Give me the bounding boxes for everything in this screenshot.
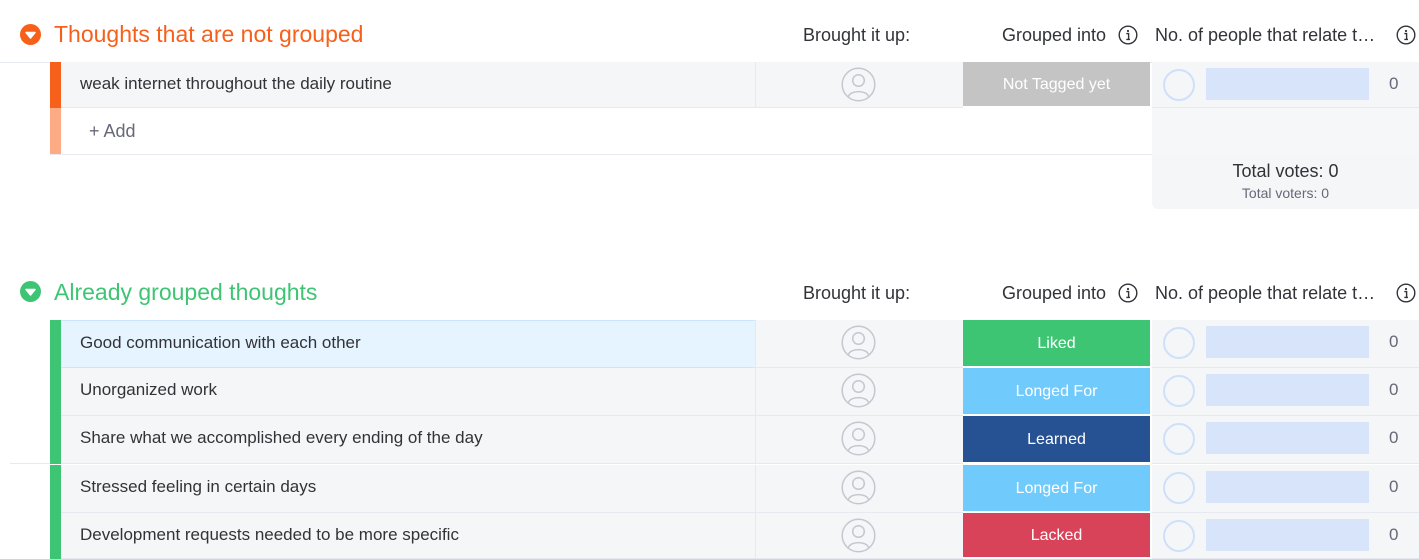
vote-count: 0 [1389, 332, 1399, 351]
person-cell[interactable] [755, 465, 964, 513]
info-icon[interactable] [1396, 25, 1416, 45]
person-avatar-icon [841, 373, 876, 408]
status-label[interactable]: Not Tagged yet [963, 62, 1150, 108]
collapse-group-toggle[interactable] [20, 24, 41, 45]
column-header-people-relate: No. of people that relate t… [1155, 25, 1376, 45]
vote-cell: 0 [1152, 513, 1419, 559]
info-icon[interactable] [1118, 25, 1138, 45]
chevron-down-circle-icon [20, 281, 41, 302]
info-icon[interactable] [1118, 283, 1138, 303]
vote-circle-icon[interactable] [1163, 472, 1195, 504]
vote-cell: 0 [1152, 416, 1419, 464]
vote-progress-bar [1206, 471, 1369, 503]
vote-progress-bar [1206, 519, 1369, 551]
item-name: Good communication with each other [80, 333, 361, 352]
column-header-brought-it-up: Brought it up: [803, 283, 911, 303]
vote-progress-bar [1206, 326, 1369, 358]
ungrouped-thoughts-group: Thoughts that are not grouped Brought it… [0, 0, 1419, 215]
status-label[interactable]: Liked [963, 320, 1150, 368]
vote-circle-icon[interactable] [1163, 520, 1195, 552]
vote-count: 0 [1389, 477, 1399, 496]
group-title[interactable]: Already grouped thoughts [54, 278, 317, 306]
table-row[interactable]: Stressed feeling in certain days Longed … [50, 465, 1419, 513]
item-name: weak internet throughout the daily routi… [80, 74, 392, 93]
column-header-brought-it-up: Brought it up: [803, 25, 911, 45]
vote-cell: 0 [1152, 62, 1419, 108]
row-color-bar [50, 62, 61, 108]
group-header: Thoughts that are not grouped Brought it… [0, 0, 1419, 62]
add-row-vote-filler [1152, 108, 1419, 155]
status-label[interactable]: Learned [963, 416, 1150, 464]
vote-circle-icon[interactable] [1163, 423, 1195, 455]
column-header-grouped-into: Grouped into [1002, 283, 1107, 303]
divider [10, 463, 50, 464]
add-item-row[interactable]: + Add [50, 108, 1152, 155]
person-avatar-icon [841, 67, 876, 102]
item-name: Stressed feeling in certain days [80, 477, 317, 496]
chevron-down-circle-icon [20, 24, 41, 45]
vote-cell: 0 [1152, 368, 1419, 416]
person-cell[interactable] [755, 320, 964, 368]
total-voters: Total voters: 0 [1241, 185, 1330, 201]
vote-cell: 0 [1152, 320, 1419, 368]
person-avatar-icon [841, 421, 876, 456]
status-label[interactable]: Longed For [963, 465, 1150, 513]
person-cell[interactable] [755, 62, 964, 108]
total-votes: Total votes: 0 [1232, 161, 1339, 181]
table-row[interactable]: weak internet throughout the daily routi… [50, 62, 1419, 108]
status-label[interactable]: Longed For [963, 368, 1150, 416]
item-name: Unorganized work [80, 380, 218, 399]
person-avatar-icon [841, 518, 876, 553]
person-cell[interactable] [755, 513, 964, 559]
table-row[interactable]: Share what we accomplished every ending … [50, 416, 1419, 464]
status-label[interactable]: Lacked [963, 513, 1150, 559]
grouped-thoughts-group: Already grouped thoughts Brought it up: … [0, 258, 1419, 559]
vote-circle-icon[interactable] [1163, 375, 1195, 407]
row-color-bar [50, 465, 61, 513]
item-name-cell[interactable]: weak internet throughout the daily routi… [61, 62, 804, 108]
item-name: Share what we accomplished every ending … [80, 428, 483, 447]
collapse-group-toggle[interactable] [20, 281, 41, 302]
item-name-cell[interactable]: Unorganized work [61, 368, 804, 416]
vote-cell: 0 [1152, 465, 1419, 513]
vote-progress-bar [1206, 422, 1369, 454]
item-name-cell[interactable]: Stressed feeling in certain days [61, 465, 804, 513]
item-name-cell[interactable]: Good communication with each other [61, 320, 804, 368]
vote-totals: Total votes: 0 Total voters: 0 [1152, 155, 1419, 209]
row-color-bar [50, 368, 61, 416]
group-header: Already grouped thoughts Brought it up: … [0, 258, 1419, 320]
column-header-people-relate: No. of people that relate t… [1155, 283, 1376, 303]
vote-progress-bar [1206, 68, 1369, 100]
vote-circle-icon[interactable] [1163, 327, 1195, 359]
vote-count: 0 [1389, 428, 1399, 447]
person-cell[interactable] [755, 416, 964, 464]
vote-count: 0 [1389, 74, 1399, 93]
table-row[interactable]: Unorganized work Longed For 0 [50, 368, 1419, 416]
table-row[interactable]: Good communication with each other Liked… [50, 320, 1419, 368]
person-avatar-icon [841, 470, 876, 505]
item-name: Development requests needed to be more s… [80, 525, 459, 544]
table-row[interactable]: Development requests needed to be more s… [50, 513, 1419, 559]
vote-count: 0 [1389, 525, 1399, 544]
item-name-cell[interactable]: Development requests needed to be more s… [61, 513, 804, 559]
row-color-bar [50, 416, 61, 464]
vote-circle-icon[interactable] [1163, 69, 1195, 101]
vote-progress-bar [1206, 374, 1369, 406]
info-icon[interactable] [1396, 283, 1416, 303]
person-cell[interactable] [755, 368, 964, 416]
group-title[interactable]: Thoughts that are not grouped [54, 20, 363, 48]
row-color-bar [50, 108, 61, 154]
row-color-bar [50, 320, 61, 368]
column-header-grouped-into: Grouped into [1002, 25, 1107, 45]
person-avatar-icon [841, 325, 876, 360]
vote-count: 0 [1389, 380, 1399, 399]
row-color-bar [50, 513, 61, 559]
add-item-button[interactable]: + Add [89, 121, 136, 142]
item-name-cell[interactable]: Share what we accomplished every ending … [61, 416, 804, 464]
